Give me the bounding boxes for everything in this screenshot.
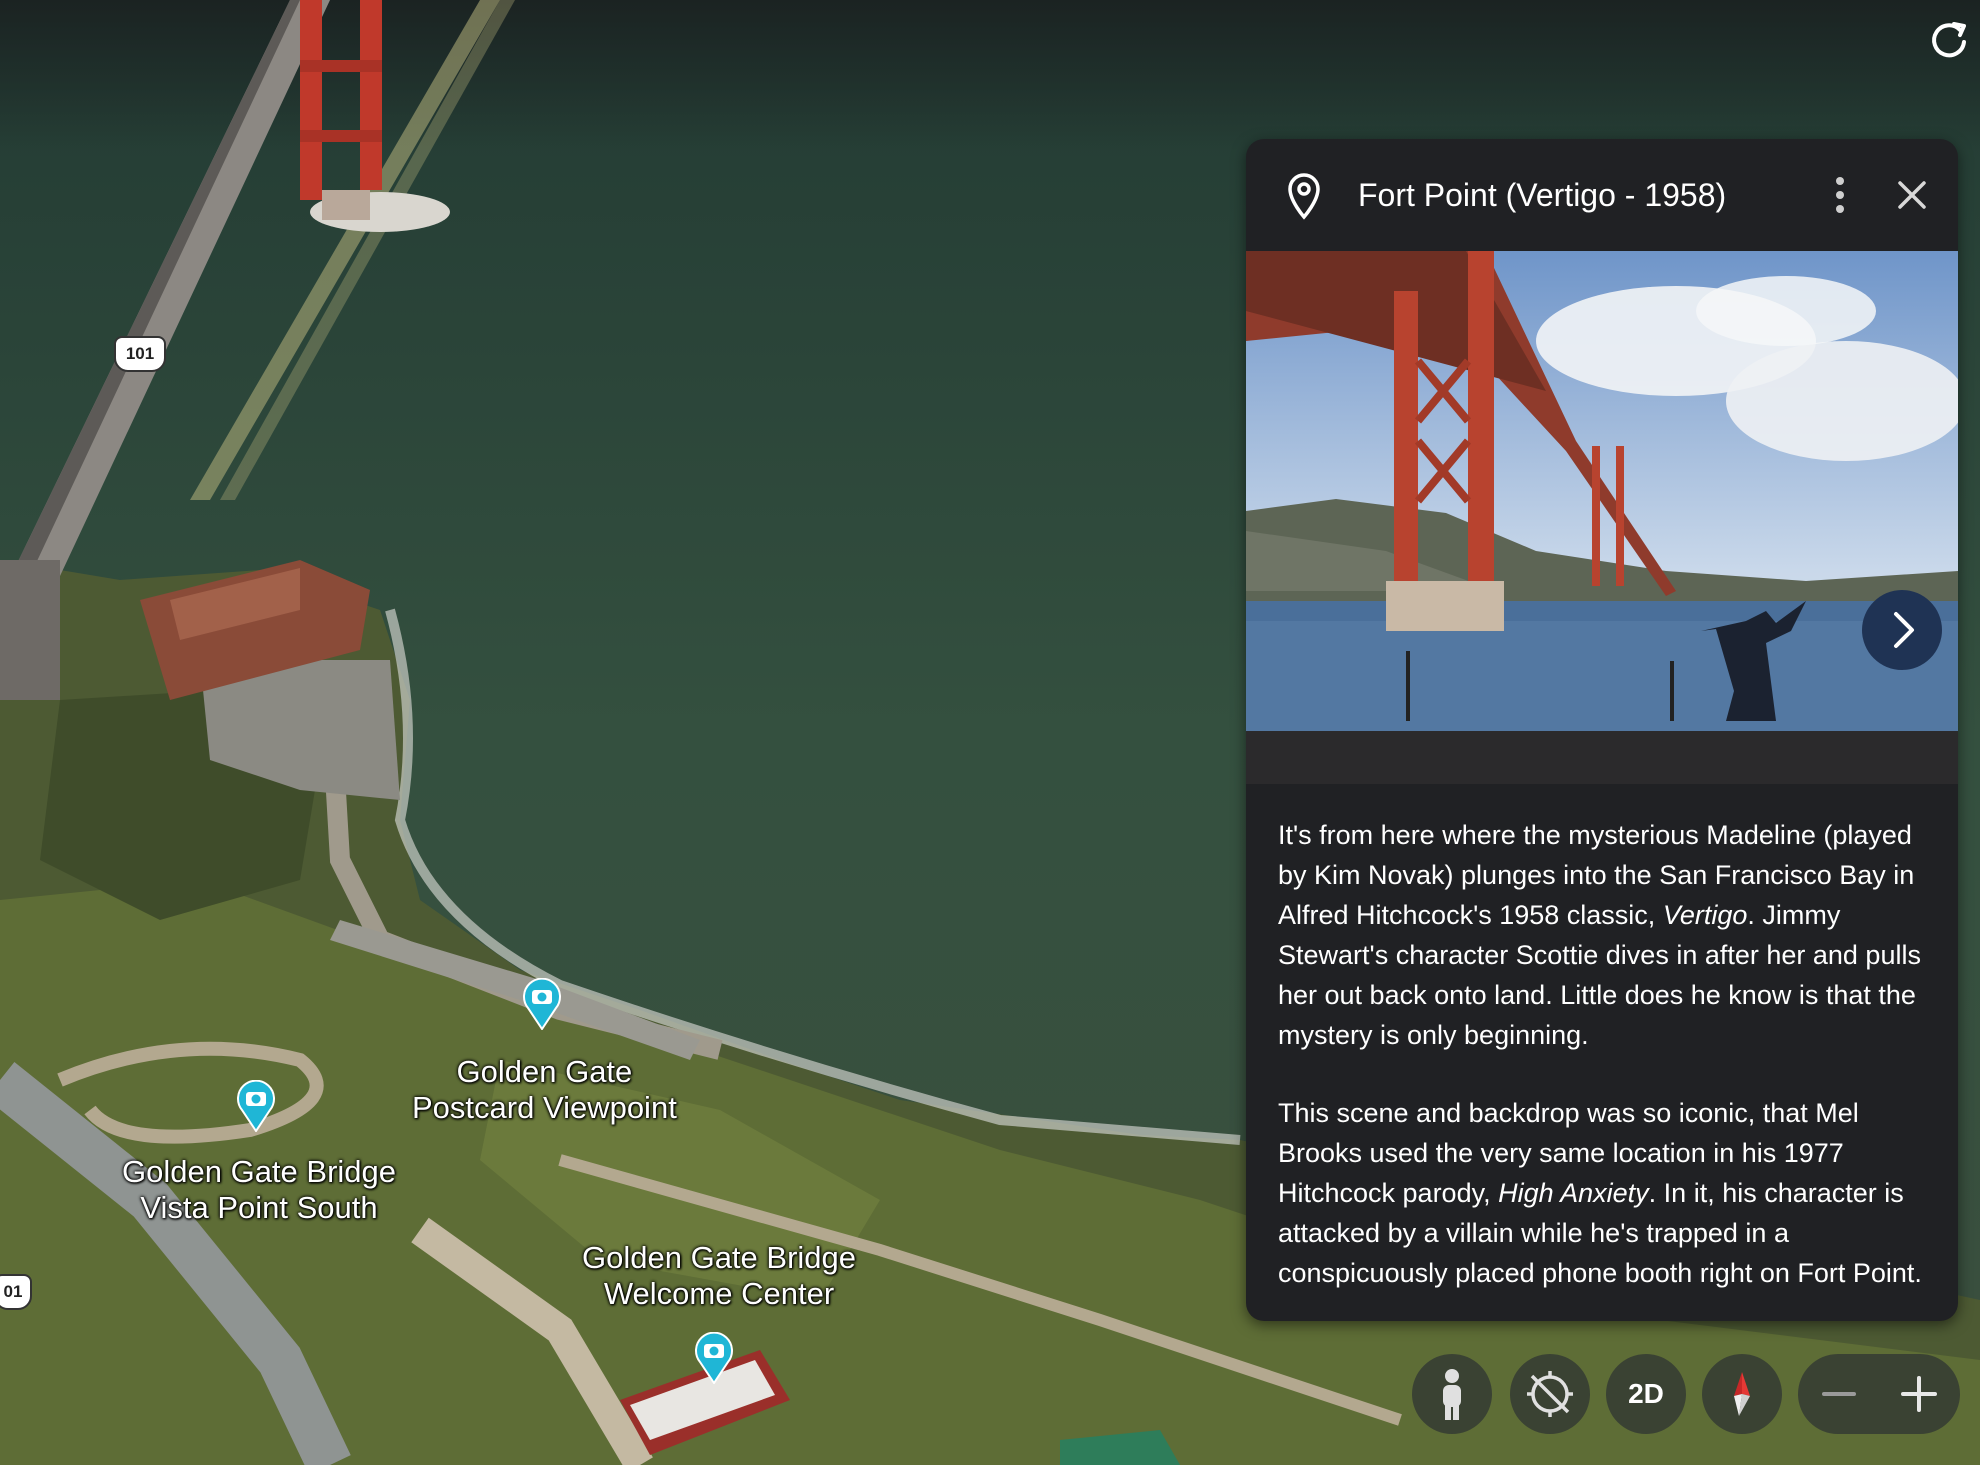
place-label-welcome-center[interactable]: Golden Gate Bridge Welcome Center xyxy=(582,1240,856,1312)
route-101-shield-edge: 01 xyxy=(0,1274,32,1310)
view-toggle-label: 2D xyxy=(1628,1378,1664,1409)
close-icon[interactable] xyxy=(1892,175,1932,215)
place-description: It's from here where the mysterious Made… xyxy=(1278,815,1930,1321)
chevron-right-icon xyxy=(1894,612,1914,648)
place-name-line: Golden Gate Bridge xyxy=(582,1240,857,1275)
pegman-button[interactable] xyxy=(1412,1354,1492,1434)
tilt-off-icon xyxy=(1527,1371,1573,1417)
tilt-toggle-button[interactable] xyxy=(1510,1354,1590,1434)
more-vertical-icon[interactable] xyxy=(1822,173,1858,217)
plus-icon xyxy=(1901,1376,1937,1412)
place-name-line: Postcard Viewpoint xyxy=(412,1090,677,1125)
place-photo[interactable] xyxy=(1246,251,1958,784)
camera-pin-icon[interactable] xyxy=(522,978,562,1030)
refresh-icon[interactable] xyxy=(1926,18,1972,64)
description-paragraph: It's from here where the mysterious Made… xyxy=(1278,815,1930,1055)
description-paragraph: This scene and backdrop was so iconic, t… xyxy=(1278,1093,1930,1293)
place-name-line: Welcome Center xyxy=(603,1276,835,1311)
next-photo-button[interactable] xyxy=(1862,590,1942,670)
film-title: Vertigo xyxy=(1662,900,1748,930)
panel-header: Fort Point (Vertigo - 1958) xyxy=(1246,139,1958,251)
compass-icon xyxy=(1734,1372,1750,1416)
panel-title: Fort Point (Vertigo - 1958) xyxy=(1358,177,1727,213)
camera-pin-icon[interactable] xyxy=(694,1332,734,1384)
route-shield-label: 01 xyxy=(3,1282,23,1301)
zoom-out-button[interactable] xyxy=(1798,1354,1879,1434)
route-shield-label: 101 xyxy=(125,344,155,363)
camera-pin-icon[interactable] xyxy=(236,1080,276,1132)
place-label-postcard-viewpoint[interactable]: Golden Gate Postcard Viewpoint xyxy=(412,1054,677,1126)
place-name-line: Golden Gate xyxy=(456,1054,633,1089)
place-pin-icon xyxy=(1284,171,1324,221)
route-101-shield: 101 xyxy=(114,336,166,372)
place-info-panel: Fort Point (Vertigo - 1958) It's from he… xyxy=(1246,139,1958,1321)
zoom-controls xyxy=(1798,1354,1960,1434)
place-name-line: Vista Point South xyxy=(140,1190,378,1225)
pegman-icon xyxy=(1443,1369,1461,1420)
view-2d-toggle-button[interactable]: 2D xyxy=(1606,1354,1686,1434)
zoom-in-button[interactable] xyxy=(1879,1354,1960,1434)
photo-image xyxy=(1246,251,1958,784)
place-label-vista-point-south[interactable]: Golden Gate Bridge Vista Point South xyxy=(122,1154,396,1226)
place-name-line: Golden Gate Bridge xyxy=(122,1154,397,1189)
minus-icon xyxy=(1822,1392,1856,1396)
compass-button[interactable] xyxy=(1702,1354,1782,1434)
film-title: High Anxiety xyxy=(1498,1178,1649,1208)
